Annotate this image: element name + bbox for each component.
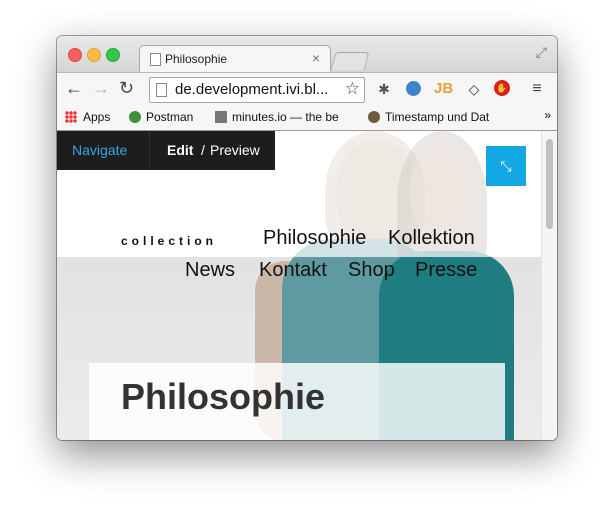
- scrollbar[interactable]: [541, 131, 557, 440]
- close-tab-icon[interactable]: ×: [312, 50, 320, 66]
- nav-philosophie[interactable]: Philosophie: [263, 227, 366, 250]
- nav-kollektion[interactable]: Kollektion: [388, 227, 475, 250]
- stop-icon[interactable]: ✋: [494, 80, 512, 98]
- bug-icon[interactable]: ✱: [375, 80, 393, 98]
- browser-window: Philosophie × ⤢ ← → ↻ de.development.ivi…: [57, 36, 557, 440]
- bookmark-timestamp[interactable]: Timestamp und Dat: [368, 110, 489, 124]
- divider: [149, 131, 150, 170]
- maximize-window-button[interactable]: [106, 48, 120, 62]
- stop-icon-glyph: ✋: [494, 80, 510, 96]
- navigate-tab[interactable]: Navigate: [72, 142, 127, 158]
- bookmark-apps[interactable]: Apps: [65, 110, 110, 124]
- content-card: Philosophie: [89, 363, 505, 440]
- fullscreen-icon[interactable]: ⤢: [536, 44, 547, 61]
- admin-bar: Navigate Edit / Preview: [57, 131, 275, 170]
- tab-philosophie[interactable]: Philosophie ×: [139, 45, 331, 73]
- scroll-thumb[interactable]: [546, 139, 553, 229]
- bookmark-label: Timestamp und Dat: [385, 110, 490, 124]
- bookmark-minutes[interactable]: minutes.io — the be: [215, 110, 339, 124]
- back-arrow-icon[interactable]: ←: [65, 78, 83, 98]
- browser-toolbar: ← → ↻ de.development.ivi.bl... ☆ ✱ JB ◇ …: [57, 72, 557, 106]
- separator-slash: /: [201, 142, 205, 158]
- bookmark-label: Apps: [83, 110, 111, 124]
- postman-icon: [129, 111, 141, 123]
- address-bar[interactable]: de.development.ivi.bl... ☆: [149, 77, 365, 103]
- globe-icon[interactable]: [405, 80, 423, 98]
- bookmarks-overflow-icon[interactable]: »: [544, 108, 551, 122]
- minimize-window-button[interactable]: [87, 48, 101, 62]
- page-icon: [150, 53, 161, 66]
- nav-presse[interactable]: Presse: [415, 259, 477, 282]
- new-tab-button[interactable]: [330, 52, 370, 70]
- bookmarks-bar: Apps Postman minutes.io — the be Timesta…: [57, 105, 557, 131]
- apps-grid-icon: [65, 111, 77, 123]
- tab-title: Philosophie: [165, 52, 228, 66]
- jb-icon[interactable]: JB: [434, 80, 453, 98]
- page-icon: [156, 83, 167, 97]
- eye-icon: [368, 111, 380, 123]
- forward-arrow-icon[interactable]: →: [92, 78, 110, 98]
- reload-icon[interactable]: ↻: [119, 78, 134, 98]
- edit-tab[interactable]: Edit: [167, 142, 193, 158]
- page-title: Philosophie: [121, 376, 326, 417]
- close-window-button[interactable]: [68, 48, 82, 62]
- nav-news[interactable]: News: [185, 259, 235, 282]
- minutes-icon: [215, 111, 227, 123]
- bookmark-label: Postman: [146, 110, 194, 124]
- logo-text: collection: [121, 234, 218, 248]
- tag-icon[interactable]: ◇: [465, 80, 483, 98]
- bookmark-label: minutes.io — the be: [232, 110, 339, 124]
- preview-tab[interactable]: Preview: [210, 142, 260, 158]
- bookmark-postman[interactable]: Postman: [129, 110, 193, 124]
- nav-shop[interactable]: Shop: [348, 259, 395, 282]
- tab-strip: Philosophie × ⤢: [57, 36, 557, 73]
- page-viewport: collection Philosophie Kollektion News K…: [57, 131, 557, 440]
- url-text[interactable]: de.development.ivi.bl...: [175, 81, 328, 98]
- nav-kontakt[interactable]: Kontakt: [259, 259, 327, 282]
- menu-icon[interactable]: ≡: [528, 80, 546, 98]
- collapse-icon[interactable]: ⤡: [486, 146, 526, 186]
- bookmark-star-icon[interactable]: ☆: [345, 79, 360, 99]
